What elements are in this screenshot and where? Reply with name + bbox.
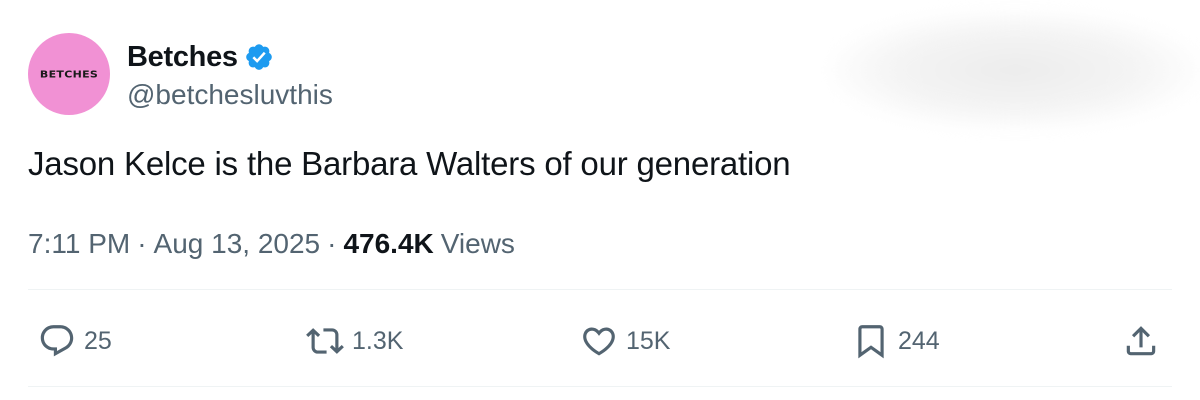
like-button[interactable]: 15K	[580, 318, 670, 364]
views-label[interactable]: Views	[441, 228, 515, 260]
divider-bottom	[28, 386, 1172, 387]
meta-separator: ·	[137, 228, 147, 259]
verified-badge-icon[interactable]	[244, 42, 274, 72]
tweet-date[interactable]: Aug 13, 2025	[154, 228, 321, 260]
share-icon	[1126, 326, 1156, 356]
tweet-time[interactable]: 7:11 PM	[28, 228, 130, 260]
retweet-count: 1.3K	[352, 326, 404, 355]
avatar-logo-text: BETCHES	[39, 68, 99, 80]
blurred-follow-area	[830, 10, 1200, 130]
tweet-text: Jason Kelce is the Barbara Walters of ou…	[28, 145, 791, 182]
user-handle[interactable]: @betchesluvthis	[127, 79, 333, 111]
avatar[interactable]: BETCHES	[28, 33, 110, 115]
name-row: Betches	[127, 37, 333, 77]
retweet-icon	[306, 328, 344, 354]
share-button[interactable]	[1122, 318, 1160, 364]
views-count[interactable]: 476.4K	[343, 228, 433, 260]
heart-icon	[583, 327, 615, 356]
divider-top	[28, 289, 1172, 290]
reply-button[interactable]: 25	[38, 318, 112, 364]
retweet-button[interactable]: 1.3K	[306, 318, 403, 364]
like-count: 15K	[626, 326, 671, 355]
author-names: Betches @betchesluvthis	[127, 37, 333, 111]
bookmark-button[interactable]: 244	[852, 318, 940, 364]
reply-icon	[40, 325, 74, 357]
action-bar: 25 1.3K 15K 244	[0, 318, 1200, 368]
tweet-meta: 7:11 PM · Aug 13, 2025 · 476.4K Views	[28, 228, 515, 260]
display-name[interactable]: Betches	[127, 41, 238, 74]
meta-separator: ·	[327, 228, 337, 259]
reply-count: 25	[84, 326, 112, 355]
bookmark-icon	[858, 325, 884, 359]
tweet-header: BETCHES Betches @betchesluvthis	[28, 33, 333, 115]
bookmark-count: 244	[898, 326, 940, 355]
